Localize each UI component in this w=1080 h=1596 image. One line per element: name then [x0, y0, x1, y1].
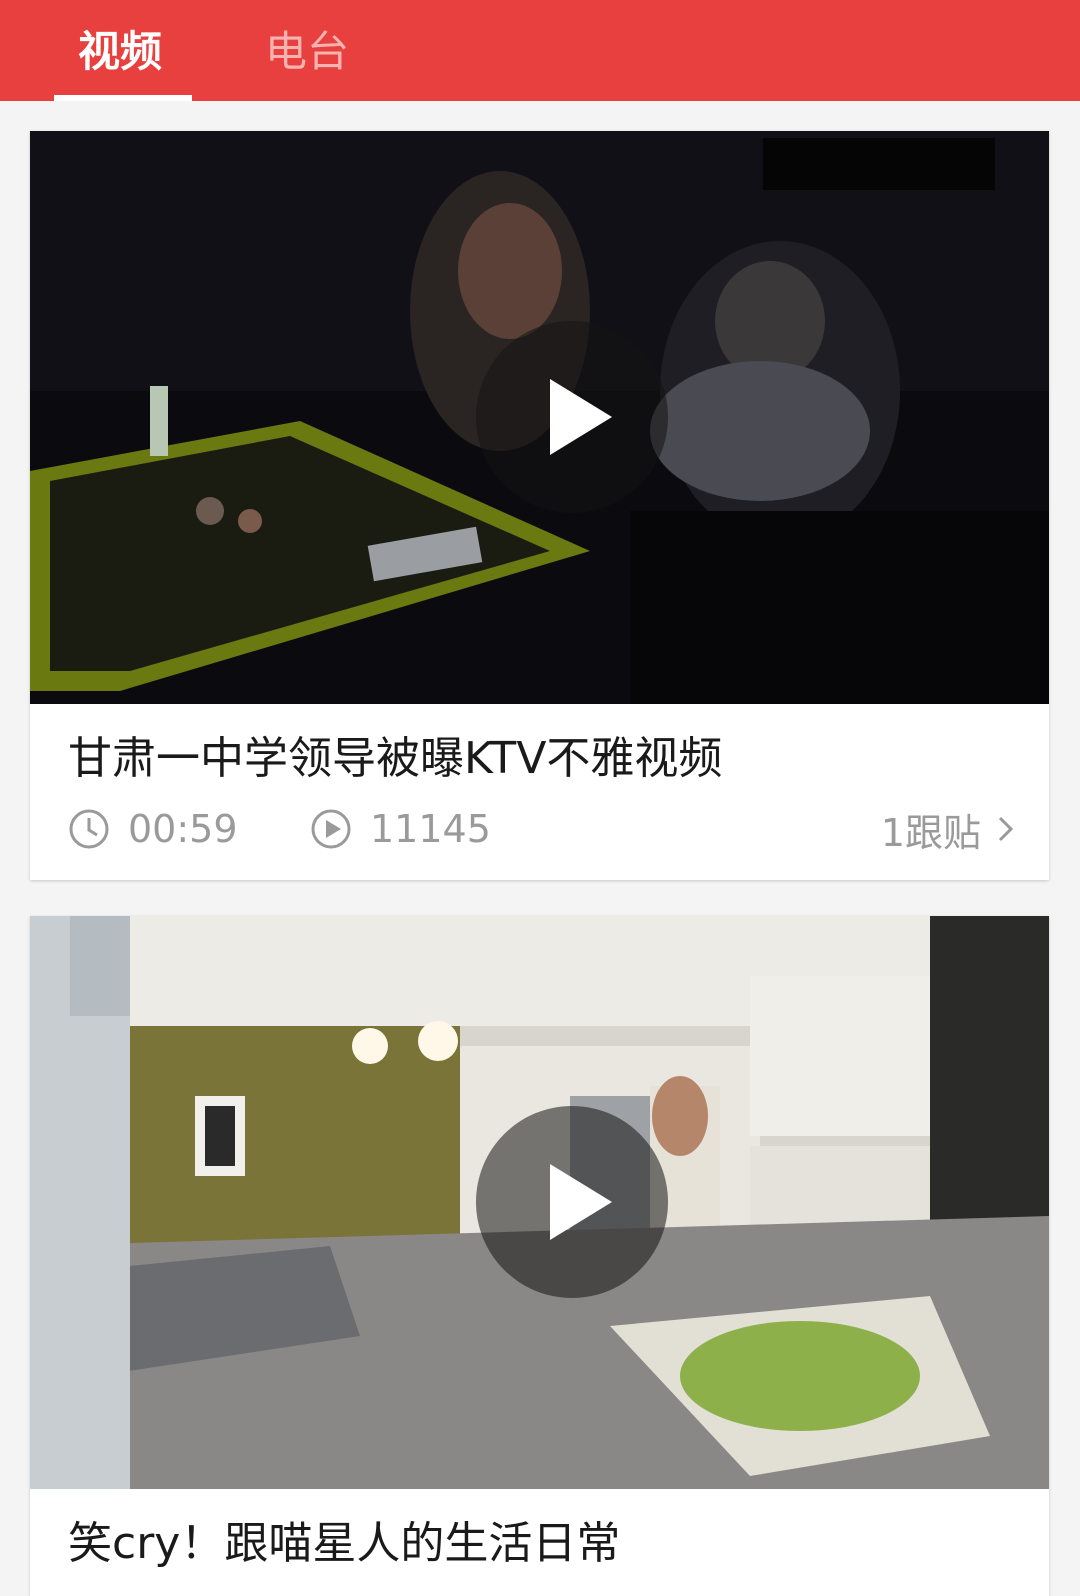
comments-link[interactable]: 1跟贴 — [880, 804, 1015, 855]
play-icon — [550, 379, 612, 455]
duration-text: 00:59 — [128, 807, 238, 851]
active-tab-indicator — [54, 95, 192, 101]
tab-video[interactable]: 视频 — [78, 22, 162, 82]
play-button[interactable] — [476, 1106, 668, 1298]
play-count-text: 11145 — [370, 807, 491, 851]
play-count: 11145 — [310, 804, 491, 854]
play-button[interactable] — [476, 321, 668, 513]
play-icon — [550, 1164, 612, 1240]
video-meta-row: 00:59 11145 1跟贴 — [30, 804, 1049, 855]
video-card[interactable]: 笑cry！跟喵星人的生活日常 — [30, 916, 1049, 1596]
chevron-right-icon — [998, 816, 1014, 842]
video-thumbnail[interactable] — [30, 916, 1049, 1489]
top-tab-bar: 视频 电台 — [0, 0, 1080, 101]
duration: 00:59 — [68, 804, 238, 854]
video-title[interactable]: 笑cry！跟喵星人的生活日常 — [68, 1516, 620, 1572]
video-title[interactable]: 甘肃一中学领导被曝KTV不雅视频 — [68, 731, 722, 787]
video-thumbnail[interactable] — [30, 131, 1049, 704]
redaction-box — [763, 138, 995, 190]
play-count-icon — [311, 809, 351, 849]
video-card[interactable]: 甘肃一中学领导被曝KTV不雅视频 00:59 11145 1跟贴 — [30, 131, 1049, 880]
clock-icon — [69, 809, 109, 849]
tab-radio[interactable]: 电台 — [265, 22, 349, 82]
comments-text: 1跟贴 — [880, 810, 981, 855]
